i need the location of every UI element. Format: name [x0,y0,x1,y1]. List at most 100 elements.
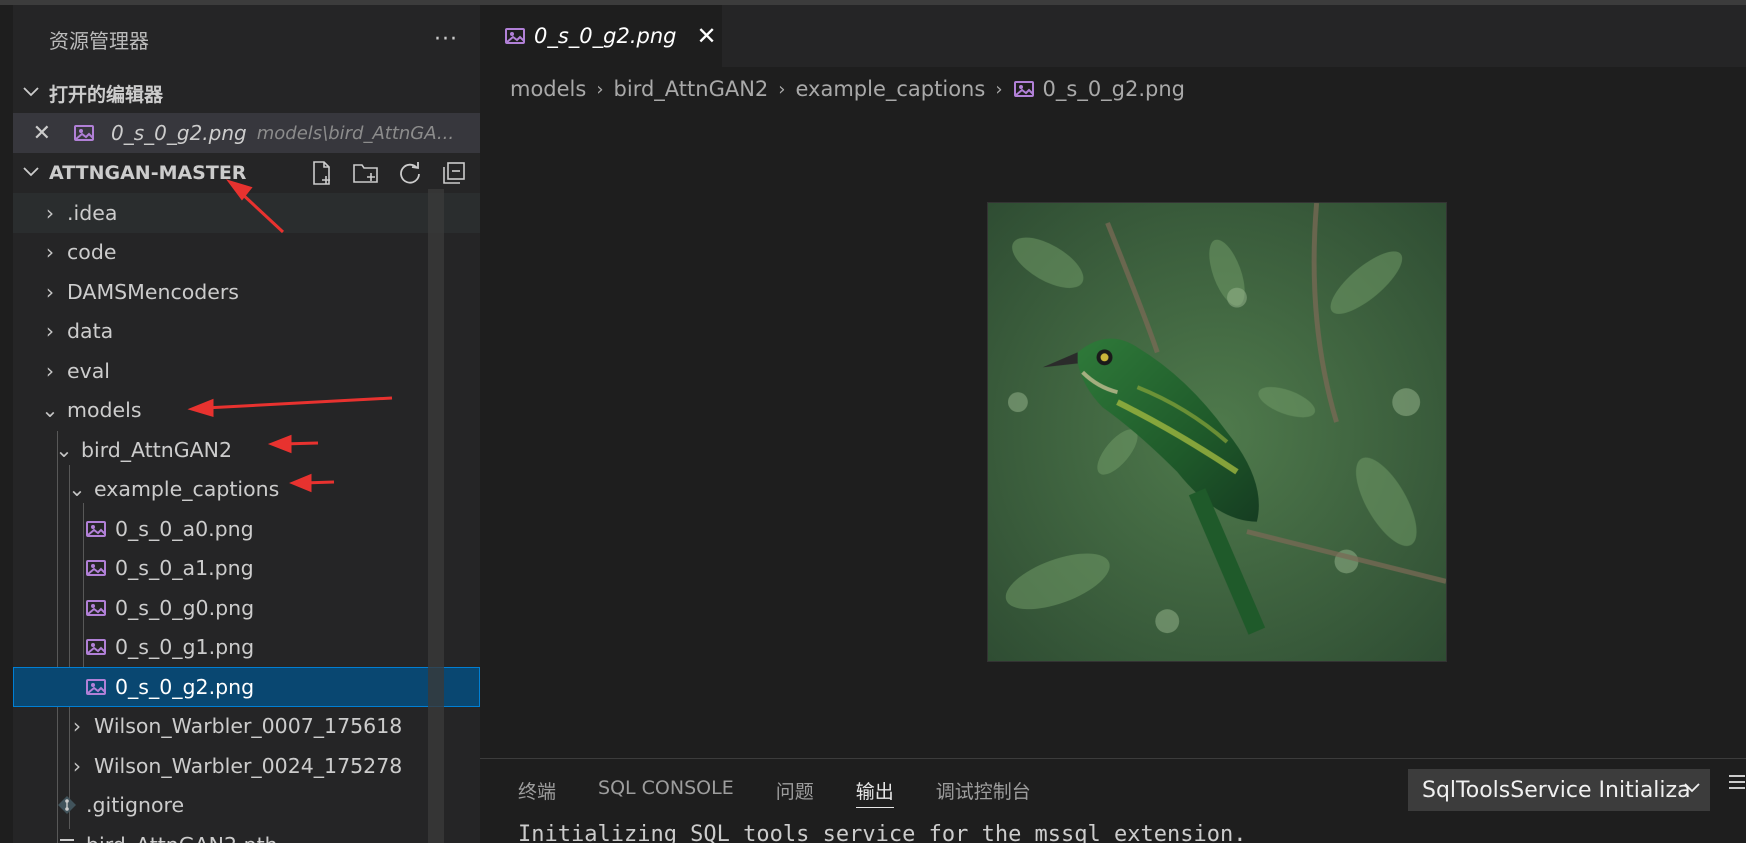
tree-item-image-a1[interactable]: 0_s_0_a1.png [13,549,480,589]
tree-item-pth[interactable]: bird_AttnGAN2.pth [13,825,480,843]
tree-item-label: code [67,240,117,265]
open-editor-path: models\bird_AttnGA... [256,122,455,144]
output-channel-value: SqlToolsService Initializa [1422,777,1691,803]
tab-terminal[interactable]: 终端 [518,777,556,808]
breadcrumb-item[interactable]: bird_AttnGAN2 [614,77,769,101]
close-icon[interactable]: ✕ [13,121,61,146]
project-section[interactable]: ATTNGAN-MASTER [13,153,480,193]
new-file-icon[interactable] [306,157,338,189]
tree-item-gitignore[interactable]: .gitignore [13,786,480,826]
tree-item-image-g2[interactable]: 0_s_0_g2.png [13,667,480,707]
tree-item-label: 0_s_0_a1.png [115,556,254,581]
tree-item-label: .gitignore [86,793,185,818]
tree-item-eval[interactable]: › eval [13,351,480,391]
tree-item-example-captions[interactable]: ⌄ example_captions [13,470,480,510]
tree-item-idea[interactable]: › .idea [13,193,480,233]
file-icon [60,838,74,841]
activity-bar-edge [0,5,13,843]
chevron-down-icon [1684,777,1700,798]
output-text: Initializing SQL tools service for the m… [518,822,1247,843]
tree-item-warbler-0024[interactable]: › Wilson_Warbler_0024_175278 [13,746,480,786]
tab-sql-console[interactable]: SQL CONSOLE [598,777,734,808]
new-folder-icon[interactable] [350,157,382,189]
tree-item-bird-attngan2[interactable]: ⌄ bird_AttnGAN2 [13,430,480,470]
image-file-icon [86,639,106,656]
tree-item-label: DAMSMencoders [67,279,239,304]
tab-label: 0_s_0_g2.png [534,24,677,48]
image-file-icon [74,125,94,141]
tree-item-label: .idea [67,200,118,225]
tree-item-damsmencoders[interactable]: › DAMSMencoders [13,272,480,312]
tree-item-image-g1[interactable]: 0_s_0_g1.png [13,628,480,668]
image-file-icon [1013,81,1034,97]
tree-item-image-g0[interactable]: 0_s_0_g0.png [13,588,480,628]
open-editor-item[interactable]: ✕ 0_s_0_g2.png models\bird_AttnGA... [13,113,480,153]
tree-item-image-a0[interactable]: 0_s_0_a0.png [13,509,480,549]
editor-tab-bar: 0_s_0_g2.png ✕ [480,5,1746,67]
chevron-down-icon: ⌄ [41,398,59,423]
explorer-actions [306,157,470,189]
chevron-right-icon: › [72,714,82,739]
breadcrumb: models › bird_AttnGAN2 › example_caption… [510,72,1185,106]
chevron-right-icon: › [72,753,82,778]
explorer-header: 资源管理器 ··· [13,5,480,73]
bird-image-preview [987,202,1447,662]
breadcrumb-item[interactable]: 0_s_0_g2.png [1043,77,1186,101]
tree-item-label: 0_s_0_g2.png [115,674,255,699]
close-icon[interactable]: ✕ [697,22,717,50]
explorer-sidebar: 资源管理器 ··· 打开的编辑器 ✕ 0_s_0_g2.png models\b… [13,5,480,843]
tree-item-label: Wilson_Warbler_0024_175278 [94,753,403,778]
chevron-right-icon: › [45,319,55,344]
explorer-title: 资源管理器 [49,28,149,53]
chevron-right-icon: › [596,78,604,100]
collapse-all-icon[interactable] [438,157,470,189]
sidebar-scrollbar[interactable] [428,189,444,843]
image-file-icon [86,520,106,537]
chevron-down-icon: ⌄ [55,437,73,462]
chevron-down-icon: ⌄ [68,477,86,502]
tree-item-code[interactable]: › code [13,233,480,273]
chevron-right-icon: › [45,279,55,304]
chevron-down-icon [13,85,49,101]
tab-output[interactable]: 输出 [855,777,894,808]
tree-item-warbler-0007[interactable]: › Wilson_Warbler_0007_175618 [13,707,480,747]
tab-image-preview[interactable]: 0_s_0_g2.png ✕ [480,5,722,67]
bottom-panel: 终端 SQL CONSOLE 问题 输出 调试控制台 SqlToolsServi… [480,758,1746,843]
tree-item-label: data [67,319,114,344]
tree-item-label: eval [67,358,111,383]
list-icon[interactable] [1728,773,1746,791]
project-label: ATTNGAN-MASTER [49,162,247,184]
chevron-right-icon: › [45,240,55,265]
git-icon [58,796,76,815]
chevron-down-icon [13,165,49,181]
open-editor-filename: 0_s_0_g2.png [111,121,247,145]
tab-debug-console[interactable]: 调试控制台 [936,777,1031,808]
file-tree: › .idea › code › DAMSMencoders › data › … [13,193,480,843]
chevron-right-icon: › [995,78,1003,100]
tree-item-label: bird_AttnGAN2.pth [86,833,278,843]
image-file-icon [86,678,106,695]
open-editors-section[interactable]: 打开的编辑器 [13,73,480,113]
tree-item-label: example_captions [94,477,280,502]
tree-item-models[interactable]: ⌄ models [13,391,480,431]
open-editors-label: 打开的编辑器 [49,83,164,106]
image-file-icon [86,599,106,616]
output-channel-select[interactable]: SqlToolsService Initializa [1408,769,1710,811]
refresh-icon[interactable] [394,157,426,189]
tree-item-data[interactable]: › data [13,312,480,352]
panel-tabs: 终端 SQL CONSOLE 问题 输出 调试控制台 [518,777,1031,808]
breadcrumb-item[interactable]: models [510,77,586,101]
tab-problems[interactable]: 问题 [776,777,814,808]
chevron-right-icon: › [778,78,786,100]
tree-item-label: bird_AttnGAN2 [81,437,233,462]
breadcrumb-item[interactable]: example_captions [796,77,986,101]
image-file-icon [505,28,525,44]
tree-item-label: 0_s_0_g0.png [115,595,255,620]
image-file-icon [86,560,106,577]
tree-item-label: models [67,398,142,423]
tree-item-label: 0_s_0_a0.png [115,516,254,541]
more-actions-icon[interactable]: ··· [434,27,458,52]
chevron-right-icon: › [45,358,55,383]
chevron-right-icon: › [45,200,55,225]
tree-item-label: 0_s_0_g1.png [115,635,255,660]
